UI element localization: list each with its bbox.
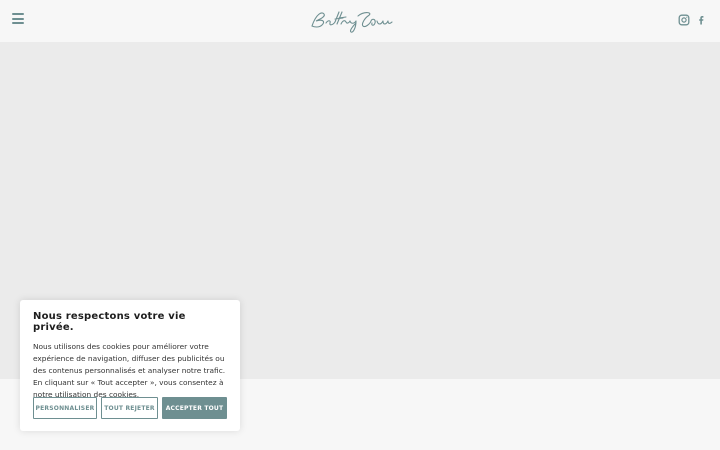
reject-all-button[interactable]: Tout rejeter	[101, 397, 158, 419]
page: Nous respectons votre vie privée. Nous u…	[0, 0, 720, 450]
site-header	[0, 0, 720, 42]
hamburger-menu-icon[interactable]	[12, 13, 24, 24]
customize-button[interactable]: Personnaliser	[33, 397, 97, 419]
instagram-icon[interactable]	[678, 14, 690, 26]
accept-all-button[interactable]: Accepter tout	[162, 397, 227, 419]
facebook-icon[interactable]	[695, 14, 707, 26]
cookie-consent-banner: Nous respectons votre vie privée. Nous u…	[20, 300, 240, 431]
cookie-banner-title: Nous respectons votre vie privée.	[33, 311, 186, 333]
script-signature-logo[interactable]	[308, 6, 404, 34]
cookie-banner-text: Nous utilisons des cookies pour améliore…	[33, 342, 226, 399]
cookie-banner-actions: Personnaliser Tout rejeter Accepter tout	[33, 397, 227, 419]
